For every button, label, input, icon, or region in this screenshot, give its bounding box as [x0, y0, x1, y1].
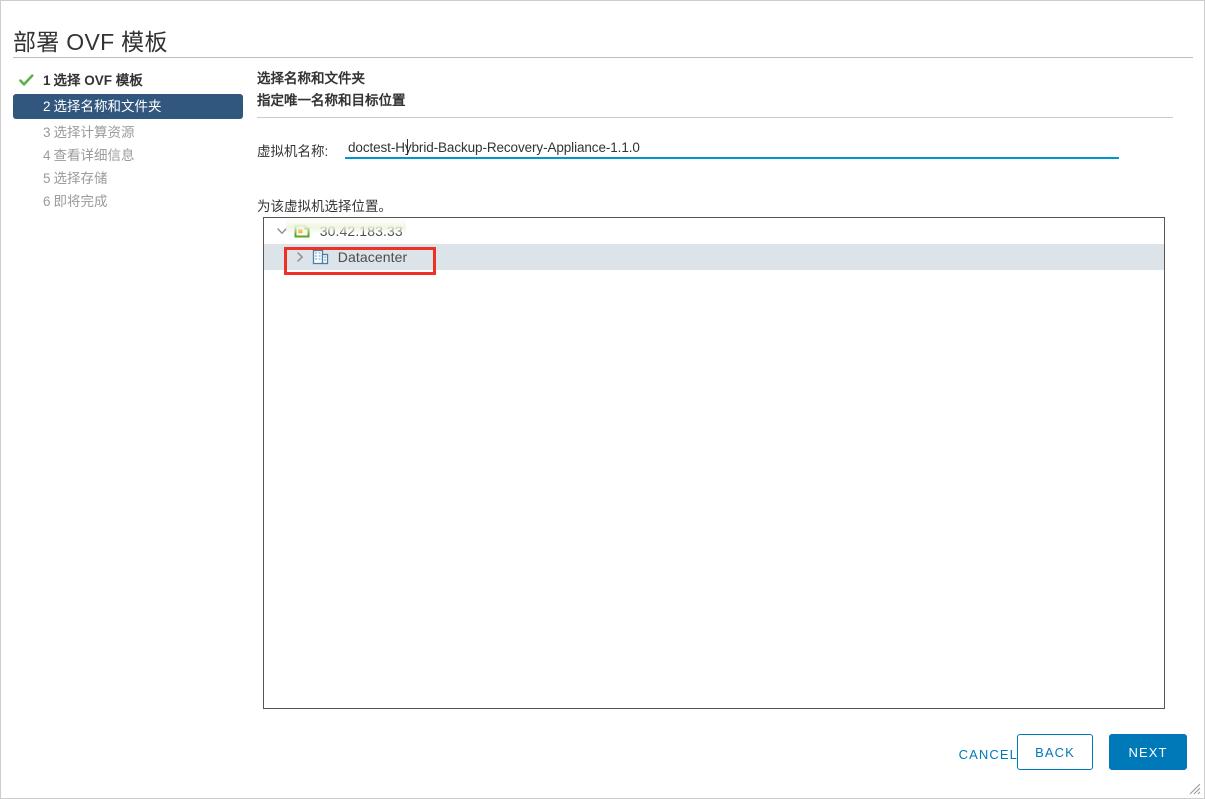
- chevron-down-icon[interactable]: [276, 218, 290, 244]
- sidebar-step-5-label: 选择存储: [53, 171, 108, 186]
- page-title: 部署 OVF 模板: [13, 29, 168, 55]
- vm-name-row: 虚拟机名称:: [257, 138, 1177, 162]
- sidebar-step-2-label: 选择名称和文件夹: [53, 99, 162, 114]
- resize-grip-icon[interactable]: [1188, 782, 1201, 795]
- tree-node-label: Datacenter: [337, 249, 408, 265]
- sidebar-step-5-number: 5: [43, 171, 51, 186]
- sidebar-step-5[interactable]: 5 选择存储: [13, 167, 245, 190]
- content-divider: [257, 117, 1173, 118]
- vm-name-input[interactable]: [345, 138, 1119, 159]
- sidebar-step-6-number: 6: [43, 194, 51, 209]
- wizard-step-list: 1 选择 OVF 模板 2 选择名称和文件夹 3 选择计算资源 4 查看详细信息 5 选择…: [13, 69, 245, 213]
- sidebar-step-1-number: 1: [43, 73, 51, 88]
- dialog-title-bar: 部署 OVF 模板: [1, 1, 1204, 58]
- sidebar-step-3-label: 选择计算资源: [53, 125, 135, 140]
- tree-row[interactable]: 30.42.183.33: [264, 218, 1164, 244]
- sidebar-step-2[interactable]: 2 选择名称和文件夹: [13, 94, 243, 119]
- sidebar-step-4-label: 查看详细信息: [53, 148, 135, 163]
- tree-node-label: 30.42.183.33: [319, 223, 403, 239]
- sidebar-step-1[interactable]: 1 选择 OVF 模板: [13, 69, 245, 92]
- back-button[interactable]: BACK: [1017, 734, 1093, 770]
- title-divider: [13, 57, 1193, 58]
- content-subheading: 指定唯一名称和目标位置: [257, 93, 406, 108]
- sidebar-step-4-number: 4: [43, 148, 51, 163]
- sidebar-step-1-label: 选择 OVF 模板: [53, 73, 143, 88]
- text-caret: [407, 139, 408, 155]
- vm-name-input-wrap: [345, 138, 1119, 162]
- sidebar-step-3[interactable]: 3 选择计算资源: [13, 121, 245, 144]
- tree-row[interactable]: Datacenter: [264, 244, 1164, 270]
- vm-name-label: 虚拟机名称:: [257, 144, 329, 159]
- chevron-right-icon[interactable]: [294, 244, 308, 270]
- select-location-label: 为该虚拟机选择位置。: [257, 199, 392, 214]
- dialog-footer: CANCEL BACK NEXT: [1, 731, 1204, 775]
- check-icon: [19, 72, 34, 87]
- sidebar-step-2-number: 2: [43, 99, 51, 114]
- sidebar-step-4[interactable]: 4 查看详细信息: [13, 144, 245, 167]
- content-header: 选择名称和文件夹 指定唯一名称和目标位置: [257, 69, 1177, 118]
- sidebar-step-3-number: 3: [43, 125, 51, 140]
- sidebar-step-6-label: 即将完成: [53, 194, 108, 209]
- sidebar-step-6[interactable]: 6 即将完成: [13, 190, 245, 213]
- content-heading: 选择名称和文件夹: [257, 71, 365, 86]
- deploy-ovf-template-dialog: 部署 OVF 模板 1 选择 OVF 模板 2 选择名称和文件夹 3 选择计算资源 4…: [0, 0, 1205, 799]
- vcenter-server-icon: [294, 218, 312, 244]
- next-button[interactable]: NEXT: [1109, 734, 1187, 770]
- cancel-button[interactable]: CANCEL: [953, 741, 1024, 769]
- datacenter-icon: [312, 244, 330, 270]
- inventory-tree-panel[interactable]: 30.42.183.33 Datacenter: [263, 217, 1165, 709]
